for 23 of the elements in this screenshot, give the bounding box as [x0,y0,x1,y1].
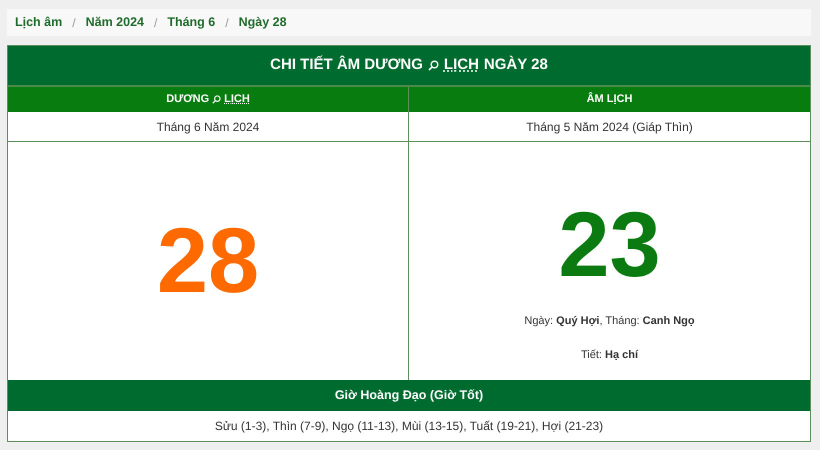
search-icon [212,95,222,104]
breadcrumb-separator: / [72,14,76,32]
solar-day-number: 28 [156,215,260,307]
breadcrumb-link[interactable]: Ngày 28 [238,13,287,32]
breadcrumb-link[interactable]: Năm 2024 [86,13,144,32]
good-hours-text: Sửu (1-3), Thìn (7-9), Ngọ (11-13), Mùi (13-15), Tuất (19-21), Hợi (21-23) [214,418,604,435]
title-text: CHI TIẾT ÂM DƯƠNG [270,54,423,76]
breadcrumb-separator: / [154,14,158,32]
title-text: NGÀY 28 [484,54,548,76]
search-icon [428,60,439,71]
column-header: ÂM LỊCH [409,87,810,112]
can-chi-text: Ngày: Quý Hợi, Tháng: Canh Ngọ [524,314,695,329]
good-hours-header: Giờ Hoàng Đạo (Giờ Tốt) [8,380,810,411]
breadcrumb-link[interactable]: Tháng 6 [167,13,216,32]
lunar-day-number: 23 [558,199,661,291]
solar-month-text: Tháng 6 Năm 2024 [156,118,260,136]
title-link[interactable]: LỊCH [444,54,479,77]
header-text: DƯƠNG [166,92,210,108]
solar-term-text: Tiết: Hạ chí [580,348,638,362]
breadcrumb-separator: / [225,14,229,32]
breadcrumb-link[interactable]: Lịch âm [15,13,62,32]
header-link[interactable]: LỊCH [224,91,250,108]
lunar-month-text: Tháng 5 Năm 2024 (Giáp Thìn) [526,118,693,136]
